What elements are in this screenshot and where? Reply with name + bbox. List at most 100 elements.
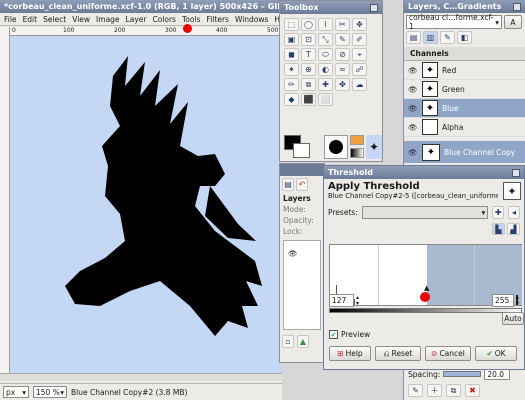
fg-bg-colors[interactable] bbox=[284, 135, 310, 159]
tool-icon[interactable]: ⧉ bbox=[301, 78, 316, 91]
image-select[interactable]: corbeau cl…forme.xcf-1 ▾ bbox=[406, 13, 502, 31]
tool-icon[interactable]: ⊘ bbox=[335, 48, 350, 61]
channel-row-red[interactable]: 👁 ✦ Red bbox=[404, 61, 525, 80]
tool-icon[interactable]: ☍ bbox=[352, 63, 367, 76]
tool-icon[interactable]: T bbox=[301, 48, 316, 61]
linear-histogram-icon[interactable]: ▙ bbox=[492, 223, 505, 235]
tool-icon[interactable]: ◯ bbox=[301, 18, 316, 31]
image-window: *corbeau_clean_uniforme.xcf-1.0 (RGB, 1 … bbox=[0, 0, 292, 400]
threshold-marker-icon[interactable]: ▲ bbox=[424, 284, 429, 292]
spacing-label: Spacing: bbox=[408, 369, 441, 379]
raise-icon[interactable]: ▲ bbox=[297, 335, 309, 348]
paths-tab-icon[interactable]: ✎ bbox=[440, 31, 455, 44]
tool-icon[interactable]: ⬭ bbox=[318, 48, 333, 61]
eye-icon[interactable]: 👁 bbox=[408, 148, 418, 157]
toolbox-titlebar[interactable]: Toolbox bbox=[280, 1, 382, 14]
tool-icon[interactable]: ✐ bbox=[352, 33, 367, 46]
auto-threshold-button[interactable]: Auto bbox=[502, 312, 524, 325]
menu-item-colors[interactable]: Colors bbox=[152, 15, 176, 24]
brush-preview[interactable] bbox=[324, 135, 348, 159]
menu-item-tools[interactable]: Tools bbox=[182, 15, 200, 24]
eye-icon[interactable]: 👁 bbox=[408, 123, 418, 132]
eye-icon[interactable]: 👁 bbox=[408, 85, 418, 94]
high-threshold-input[interactable]: 255 bbox=[492, 294, 514, 307]
tool-icon[interactable]: ⌖ bbox=[352, 48, 367, 61]
tool-icon[interactable]: ✤ bbox=[335, 78, 350, 91]
new-icon[interactable]: ＋ bbox=[427, 384, 442, 397]
tool-icon[interactable]: ⌇ bbox=[318, 18, 333, 31]
image-window-titlebar[interactable]: *corbeau_clean_uniforme.xcf-1.0 (RGB, 1 … bbox=[0, 0, 282, 13]
tool-icon[interactable]: ✚ bbox=[318, 78, 333, 91]
check-icon: ✔ bbox=[486, 349, 493, 358]
undo-icon[interactable]: ↶ bbox=[296, 178, 308, 191]
tool-icon[interactable]: ◆ bbox=[284, 93, 299, 106]
gradient-preview[interactable] bbox=[350, 148, 364, 158]
tool-icon[interactable]: ◐ bbox=[318, 63, 333, 76]
add-preset-icon[interactable]: ✚ bbox=[492, 206, 505, 219]
tool-icon[interactable]: ⊡ bbox=[301, 33, 316, 46]
eye-icon[interactable]: 👁 bbox=[408, 104, 418, 113]
horizontal-scrollbar[interactable] bbox=[0, 373, 282, 381]
tool-icon[interactable]: ⬜ bbox=[318, 93, 333, 106]
red-marker-dot bbox=[183, 24, 192, 33]
tool-icon[interactable]: ◼ bbox=[284, 48, 299, 61]
preset-menu-icon[interactable]: ◂ bbox=[508, 206, 520, 219]
tool-icon[interactable]: ⤡ bbox=[318, 33, 333, 46]
new-layer-icon[interactable]: ▫ bbox=[282, 335, 294, 348]
menu-item-edit[interactable]: Edit bbox=[23, 15, 38, 24]
tool-icon[interactable]: ✏ bbox=[284, 78, 299, 91]
menu-item-select[interactable]: Select bbox=[43, 15, 66, 24]
preview-checkbox[interactable]: ✔ bbox=[329, 330, 338, 339]
image-canvas[interactable] bbox=[10, 36, 282, 373]
gradients-tab-icon[interactable]: ◧ bbox=[457, 31, 472, 44]
help-button[interactable]: ⊞ Help bbox=[329, 346, 371, 361]
menu-item-windows[interactable]: Windows bbox=[235, 15, 268, 24]
duplicate-icon[interactable]: ⧉ bbox=[446, 384, 461, 397]
presets-select[interactable]: ▾ bbox=[361, 206, 489, 219]
menu-item-layer[interactable]: Layer bbox=[126, 15, 147, 24]
menu-item-filters[interactable]: Filters bbox=[206, 15, 228, 24]
menu-item-image[interactable]: Image bbox=[96, 15, 120, 24]
tool-icon[interactable]: ✎ bbox=[335, 33, 350, 46]
layers-icon[interactable]: ▤ bbox=[282, 178, 294, 191]
auto-button[interactable]: A bbox=[504, 15, 522, 29]
tool-icon[interactable]: ⬚ bbox=[284, 18, 299, 31]
close-icon[interactable] bbox=[513, 2, 521, 11]
pattern-preview[interactable] bbox=[350, 135, 364, 145]
ok-button[interactable]: ✔ OK bbox=[475, 346, 517, 361]
eye-icon[interactable]: 👁 bbox=[408, 66, 418, 75]
edit-icon[interactable]: ✎ bbox=[408, 384, 423, 397]
unit-select[interactable]: px ▾ bbox=[3, 386, 29, 398]
channel-row-blue[interactable]: 👁 ✦ Blue bbox=[404, 99, 525, 118]
spin-arrows-icon[interactable]: ▴ ▾ bbox=[516, 294, 519, 307]
spacing-slider[interactable] bbox=[443, 371, 482, 377]
channel-row-green[interactable]: 👁 ✦ Green bbox=[404, 80, 525, 99]
threshold-titlebar[interactable]: Threshold bbox=[324, 166, 524, 179]
layers-tab-icon[interactable]: ▤ bbox=[406, 31, 421, 44]
cancel-button[interactable]: ⊘ Cancel bbox=[425, 346, 471, 361]
reset-button[interactable]: ⎌ Reset bbox=[375, 346, 421, 361]
log-histogram-icon[interactable]: ▟ bbox=[507, 223, 520, 235]
menu-item-view[interactable]: View bbox=[72, 15, 90, 24]
menu-item-file[interactable]: File bbox=[4, 15, 17, 24]
spin-arrows-icon[interactable]: ▴ ▾ bbox=[356, 294, 359, 307]
tool-icon[interactable]: ✂ bbox=[335, 18, 350, 31]
zoom-select[interactable]: 150 % ▾ bbox=[33, 386, 67, 398]
channels-tab-icon[interactable]: ▥ bbox=[423, 31, 438, 44]
delete-icon[interactable]: ✖ bbox=[465, 384, 480, 397]
tool-icon[interactable]: ⬛ bbox=[301, 93, 316, 106]
slider-handle-red[interactable] bbox=[420, 292, 430, 302]
tool-icon[interactable]: ⊕ bbox=[301, 63, 316, 76]
tool-icon[interactable]: ≈ bbox=[335, 63, 350, 76]
tool-icon[interactable]: ☁ bbox=[352, 78, 367, 91]
close-icon[interactable] bbox=[370, 3, 378, 12]
eye-icon[interactable]: 👁 bbox=[288, 249, 298, 258]
tool-icon[interactable]: ✦ bbox=[284, 63, 299, 76]
tool-icon[interactable]: ▣ bbox=[284, 33, 299, 46]
low-threshold-input[interactable]: 127 bbox=[329, 294, 354, 307]
tool-icon[interactable]: ✥ bbox=[352, 18, 367, 31]
close-icon[interactable] bbox=[512, 168, 520, 177]
channel-row-alpha[interactable]: 👁 Alpha bbox=[404, 118, 525, 137]
channel-copy-row[interactable]: 👁 ✦ Blue Channel Copy bbox=[404, 141, 525, 163]
layers-dock-titlebar[interactable]: Layers, C…Gradients bbox=[404, 0, 525, 13]
